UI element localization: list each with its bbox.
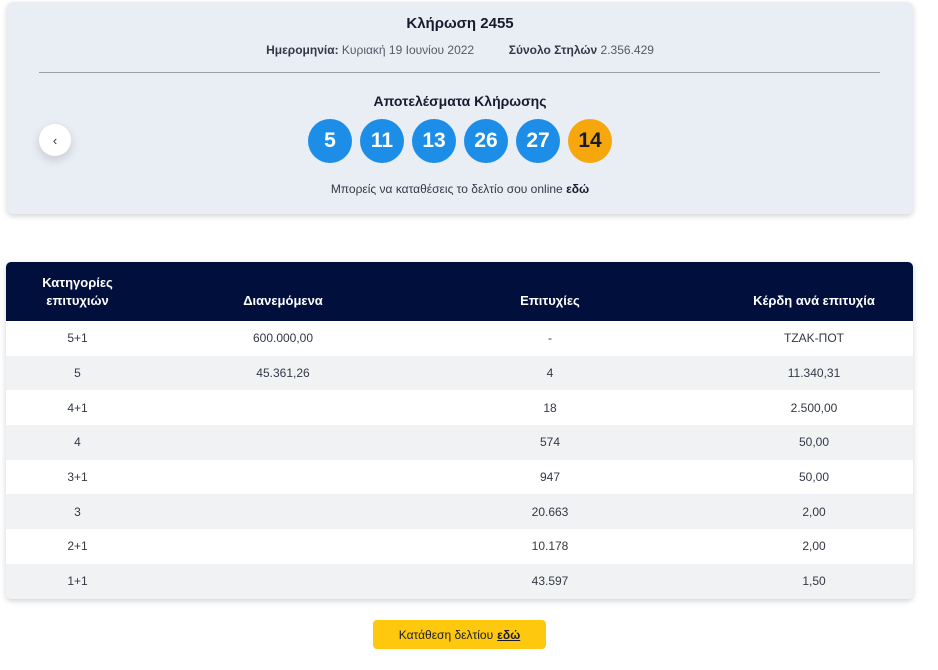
table-row: 4 574 50,00: [6, 425, 913, 460]
cell-winners: 947: [539, 470, 561, 485]
cell-category: 4+1: [67, 400, 88, 415]
draw-card: Κλήρωση 2455 Ημερομηνία: Κυριακή 19 Ιουν…: [7, 2, 913, 214]
cell-distributed: [149, 425, 417, 460]
cell-prize: 2,00: [802, 504, 826, 519]
cell-winners: 574: [539, 435, 561, 450]
submit-ticket-button[interactable]: Κατάθεση δελτίου εδώ: [373, 620, 546, 649]
cell-distributed: [149, 390, 417, 425]
col-header-distributed: Διανεμόμενα: [243, 292, 323, 308]
submit-label: Κατάθεση δελτίου: [398, 627, 494, 642]
number-ball: 27: [516, 119, 560, 163]
cell-winners: 20.663: [531, 504, 569, 519]
number-ball: 13: [412, 119, 456, 163]
date-value: Κυριακή 19 Ιουνίου 2022: [341, 43, 475, 57]
cell-category: 5+1: [67, 331, 88, 346]
cell-category: 2+1: [67, 539, 88, 554]
cell-prize: 1,50: [802, 574, 826, 589]
col-header-winners: Επιτυχίες: [520, 292, 580, 308]
cell-prize: 50,00: [798, 435, 830, 450]
cell-distributed: [149, 460, 417, 495]
cell-winners: 43.597: [531, 574, 569, 589]
cell-category: 3+1: [67, 470, 88, 485]
winning-numbers: 5 11 13 26 27 14: [7, 119, 913, 163]
results-title: Αποτελέσματα Κλήρωσης: [373, 93, 547, 109]
columns-label: Σύνολο Στηλών: [508, 43, 598, 57]
table-row: 3 20.663 2,00: [6, 494, 913, 530]
cell-distributed: 600.000,00: [252, 331, 314, 346]
draw-meta: Ημερομηνία: Κυριακή 19 Ιουνίου 2022 Σύνο…: [7, 43, 913, 57]
cell-distributed: [149, 529, 417, 564]
cell-winners: -: [548, 331, 552, 346]
cell-prize: 50,00: [798, 470, 830, 485]
cell-prize: ΤΖΑΚ-ΠΟΤ: [784, 331, 844, 346]
table-row: 1+1 43.597 1,50: [6, 563, 913, 599]
cell-category: 1+1: [67, 574, 88, 589]
table-row: 5+1 600.000,00 - ΤΖΑΚ-ΠΟΤ: [6, 321, 913, 356]
online-link[interactable]: εδώ: [566, 182, 589, 196]
cell-prize: 11.340,31: [787, 366, 841, 381]
number-ball: 11: [360, 119, 404, 163]
number-ball: 26: [464, 119, 508, 163]
table-header-row: Κατηγορίες επιτυχιών Διανεμόμενα Επιτυχί…: [6, 262, 913, 321]
table-row: 5 45.361,26 4 11.340,31: [6, 355, 913, 391]
cell-category: 3: [74, 504, 81, 519]
prize-table: Κατηγορίες επιτυχιών Διανεμόμενα Επιτυχί…: [6, 262, 913, 599]
col-header-prize-per-winner: Κέρδη ανά επιτυχία: [753, 292, 875, 308]
table-row: 2+1 10.178 2,00: [6, 529, 913, 564]
cell-prize: 2.500,00: [790, 400, 838, 415]
table-row: 4+1 18 2.500,00: [6, 390, 913, 426]
cell-category: 5: [74, 366, 81, 381]
table-row: 3+1 947 50,00: [6, 459, 913, 495]
cell-distributed: 45.361,26: [256, 366, 310, 381]
cell-winners: 18: [543, 400, 557, 415]
divider: [39, 72, 880, 73]
cell-winners: 4: [546, 366, 554, 381]
cell-distributed: [149, 564, 417, 599]
columns-value: 2.356.429: [600, 43, 654, 57]
cell-winners: 10.178: [531, 539, 569, 554]
online-note: Μπορείς να καταθέσεις το δελτίο σου onli…: [7, 182, 913, 196]
submit-link: εδώ: [497, 627, 521, 642]
cell-category: 4: [74, 435, 81, 450]
online-text: Μπορείς να καταθέσεις το δελτίο σου onli…: [330, 182, 563, 196]
col-header-categories: Κατηγορίες επιτυχιών: [42, 274, 113, 308]
cell-prize: 2,00: [802, 539, 826, 554]
draw-title: Κλήρωση 2455: [406, 15, 514, 32]
cell-distributed: [149, 494, 417, 529]
number-ball: 5: [308, 119, 352, 163]
date-label: Ημερομηνία:: [266, 43, 339, 57]
bonus-ball: 14: [568, 119, 612, 163]
